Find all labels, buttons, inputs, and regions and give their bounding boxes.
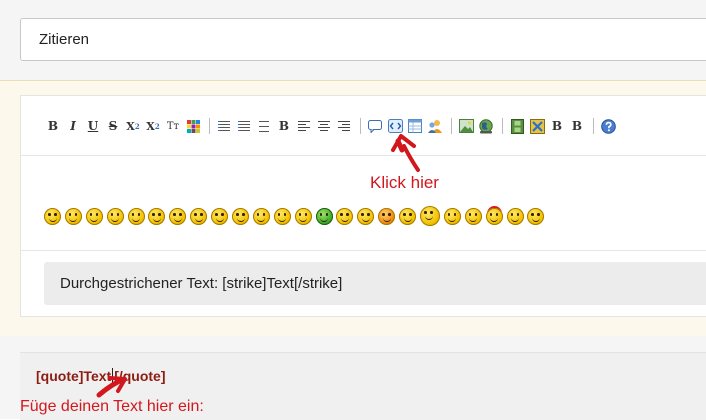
confused-smiley-icon[interactable] [211, 208, 229, 225]
font-size-button[interactable]: Tт [164, 117, 182, 135]
image-icon [458, 119, 474, 133]
smile-smiley-icon[interactable] [85, 208, 103, 225]
align-center-button[interactable] [315, 117, 333, 135]
dizzy-smiley-icon[interactable] [273, 208, 291, 225]
subscript-button[interactable]: X2 [124, 117, 142, 135]
laugh-smiley-icon[interactable] [169, 208, 187, 225]
surprised-smiley-icon[interactable] [252, 208, 270, 225]
subscript-mark: 2 [134, 121, 140, 131]
devil-smiley-icon[interactable] [485, 208, 503, 225]
list-item-button[interactable] [255, 117, 273, 135]
help-icon [600, 118, 616, 134]
rolling-eyes-smiley-icon[interactable] [357, 208, 375, 225]
link-button[interactable] [477, 117, 495, 135]
angry-smiley-icon[interactable] [527, 208, 545, 225]
bullet-list-icon [218, 120, 230, 132]
subscript-label: X [126, 119, 135, 133]
color-grid-icon [186, 119, 200, 133]
bold-button[interactable]: B [44, 117, 62, 135]
emoji-row [44, 206, 548, 226]
bbcode-button-1[interactable]: B [548, 117, 566, 135]
textarea-content: [quote]Text [/quote] [36, 368, 166, 384]
users-icon [428, 119, 442, 133]
italic-button[interactable]: I [64, 117, 82, 135]
insert-text-annotation: Füge deinen Text hier ein: [20, 398, 204, 415]
oops-smiley-icon[interactable] [399, 208, 417, 225]
align-right-icon [338, 120, 350, 132]
blush-smiley-icon[interactable] [378, 208, 396, 225]
numbered-list-icon [238, 120, 250, 132]
squint-smiley-icon[interactable] [190, 208, 208, 225]
bullet-list-button[interactable] [215, 117, 233, 135]
toolbar-separator [451, 118, 452, 134]
big-grin-smiley-icon[interactable] [294, 208, 312, 225]
crazy-smiley-icon[interactable] [420, 206, 441, 226]
toolbar-separator [593, 118, 594, 134]
shocked-smiley-icon[interactable] [232, 208, 250, 225]
quote-text-after-caret: [/quote] [114, 368, 166, 384]
image-button[interactable] [457, 117, 475, 135]
doubt-smiley-icon[interactable] [464, 208, 482, 225]
quote-insert-button[interactable] [366, 117, 384, 135]
quote-text-before-caret: [quote]Text [36, 368, 112, 384]
toolbar-separator [360, 118, 361, 134]
superscript-button[interactable]: X2 [144, 117, 162, 135]
toolbar-separator [502, 118, 503, 134]
table-button[interactable] [406, 117, 424, 135]
list-item-icon [259, 120, 269, 132]
cool-smiley-icon[interactable] [44, 208, 61, 225]
sleepy-smiley-icon[interactable] [336, 208, 354, 225]
sick-smiley-icon[interactable] [315, 208, 333, 225]
happy-smiley-icon[interactable] [127, 208, 145, 225]
code-button[interactable] [386, 117, 404, 135]
video-button[interactable] [508, 117, 526, 135]
eyeroll-smiley-icon[interactable] [506, 208, 524, 225]
click-here-annotation: Klick hier [370, 173, 439, 192]
globe-link-icon [479, 118, 493, 133]
code-icon [387, 119, 403, 133]
wink-smiley-icon[interactable] [148, 208, 166, 225]
editor-toolbar: B I U S X2 X2 Tт B B B [44, 116, 619, 136]
numbered-list-button[interactable] [235, 117, 253, 135]
neutral-smiley-icon[interactable] [443, 208, 461, 225]
align-right-button[interactable] [335, 117, 353, 135]
superscript-label: X [146, 119, 155, 133]
superscript-mark: 2 [154, 121, 160, 131]
grin-smiley-icon[interactable] [106, 208, 124, 225]
speech-bubble-icon [368, 119, 382, 133]
toolbar-separator [209, 118, 210, 134]
heading-button[interactable]: B [275, 117, 293, 135]
bbcode-button-2[interactable]: B [568, 117, 586, 135]
quote-button[interactable]: Zitieren [20, 18, 706, 61]
table-icon [408, 119, 422, 133]
help-preview-line: Durchgestrichener Text: [strike]Text[/st… [44, 262, 706, 305]
align-left-icon [298, 120, 310, 132]
underline-button[interactable]: U [84, 117, 102, 135]
flash-button[interactable] [528, 117, 546, 135]
align-center-icon [318, 120, 330, 132]
sad-smiley-icon[interactable] [64, 208, 82, 225]
film-icon [510, 118, 524, 134]
toolbar-divider [20, 155, 706, 156]
emoji-divider [20, 250, 706, 251]
color-picker-button[interactable] [184, 117, 202, 135]
strikethrough-button[interactable]: S [104, 117, 122, 135]
align-left-button[interactable] [295, 117, 313, 135]
user-mention-button[interactable] [426, 117, 444, 135]
help-button[interactable] [599, 117, 617, 135]
flash-icon [529, 118, 545, 134]
